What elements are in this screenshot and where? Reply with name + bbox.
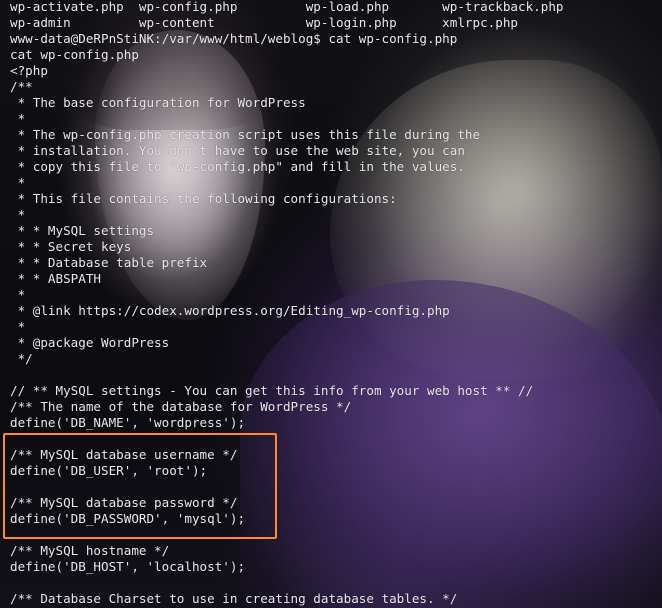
terminal-line: * This file contains the following confi…: [10, 191, 397, 206]
terminal-line: /** Database Charset to use in creating …: [10, 591, 458, 606]
terminal-line: * The wp-config.php creation script uses…: [10, 127, 481, 142]
terminal-line: *: [10, 319, 26, 334]
terminal-line: <?php: [10, 63, 48, 78]
terminal-line: /** The name of the database for WordPre…: [10, 399, 352, 414]
terminal-line: * copy this file to "wp-config.php" and …: [10, 159, 465, 174]
terminal-line: *: [10, 111, 26, 126]
terminal-prompt-line: www-data@DeRPnStiNK:/var/www/html/weblog…: [10, 31, 458, 46]
terminal-line: * * Database table prefix: [10, 255, 208, 270]
terminal-line: wp-admin wp-content wp-login.php xmlrpc.…: [10, 15, 518, 30]
terminal-line: *: [10, 207, 26, 222]
terminal-line: * * ABSPATH: [10, 271, 101, 286]
terminal-line: define('DB_NAME', 'wordpress');: [10, 415, 246, 430]
terminal-line: * installation. You don't have to use th…: [10, 143, 465, 158]
terminal-line-db-password: define('DB_PASSWORD', 'mysql');: [10, 511, 246, 526]
terminal-line: /**: [10, 79, 33, 94]
terminal-line: *: [10, 287, 26, 302]
terminal-line: /** MySQL hostname */: [10, 543, 170, 558]
terminal-line: */: [10, 351, 33, 366]
terminal-line: cat wp-config.php: [10, 47, 139, 62]
terminal-line: wp-activate.php wp-config.php wp-load.ph…: [10, 0, 564, 14]
terminal-line: define('DB_HOST', 'localhost');: [10, 559, 246, 574]
terminal-line: * The base configuration for WordPress: [10, 95, 306, 110]
terminal-line-db-user: define('DB_USER', 'root');: [10, 463, 208, 478]
terminal-line: * @package WordPress: [10, 335, 170, 350]
terminal-line: * @link https://codex.wordpress.org/Edit…: [10, 303, 450, 318]
terminal-window[interactable]: wp-activate.php wp-config.php wp-load.ph…: [0, 0, 662, 608]
terminal-line: /** MySQL database username */: [10, 447, 238, 462]
terminal-line: // ** MySQL settings - You can get this …: [10, 383, 534, 398]
terminal-line: /** MySQL database password */: [10, 495, 238, 510]
terminal-line: * * Secret keys: [10, 239, 132, 254]
terminal-output[interactable]: wp-activate.php wp-config.php wp-load.ph…: [0, 0, 662, 608]
terminal-line: * * MySQL settings: [10, 223, 155, 238]
terminal-line: *: [10, 175, 26, 190]
